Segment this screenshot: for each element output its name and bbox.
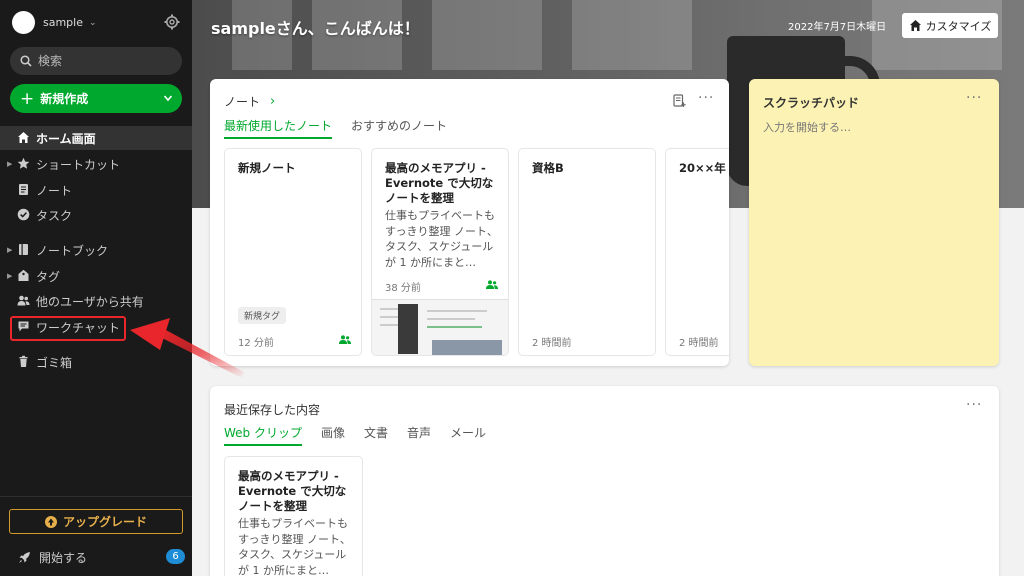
background-window bbox=[572, 0, 692, 70]
note-title: 資格B bbox=[532, 161, 564, 175]
notes-widget-title[interactable]: ノート › bbox=[224, 93, 275, 110]
people-icon bbox=[17, 295, 30, 306]
expand-triangle-icon[interactable]: ▶ bbox=[7, 160, 12, 168]
more-options-icon[interactable]: ··· bbox=[698, 90, 714, 106]
notes-tabs: 最新使用したノート おすすめのノート bbox=[224, 117, 466, 139]
get-started-label: 開始する bbox=[39, 551, 88, 565]
sidebar-item-tags[interactable]: ▶ タグ bbox=[0, 264, 192, 288]
trash-icon bbox=[19, 355, 28, 367]
upgrade-label: アップグレード bbox=[62, 515, 147, 529]
search-input[interactable] bbox=[38, 54, 168, 68]
sidebar-item-label: ゴミ箱 bbox=[36, 355, 73, 370]
shared-icon bbox=[486, 280, 498, 289]
current-date: 2022年7月7日木曜日 bbox=[788, 22, 887, 33]
tab-documents[interactable]: 文書 bbox=[364, 424, 388, 446]
sidebar-item-label: タスク bbox=[36, 208, 73, 223]
gear-icon[interactable] bbox=[164, 14, 180, 30]
note-card[interactable]: 資格B 2 時間前 bbox=[518, 148, 656, 356]
sidebar-item-notebooks[interactable]: ▶ ノートブック bbox=[0, 238, 192, 262]
greeting: sampleさん、こんばんは！ bbox=[211, 19, 420, 38]
avatar bbox=[12, 11, 35, 34]
search-icon bbox=[20, 55, 32, 67]
sidebar-item-label: タグ bbox=[36, 269, 61, 284]
note-time: 38 分前 bbox=[385, 283, 421, 294]
note-time: 2 時間前 bbox=[532, 338, 572, 349]
account-name: sample bbox=[43, 16, 83, 29]
more-options-icon[interactable]: ··· bbox=[966, 90, 982, 106]
chevron-down-icon[interactable] bbox=[163, 93, 173, 103]
new-button-label: 新規作成 bbox=[40, 92, 89, 106]
note-title: 最高のメモアプリ - Evernote で大切なノートを整理 bbox=[238, 469, 347, 513]
account-switcher[interactable]: sample ⌄ bbox=[12, 11, 97, 34]
sidebar-item-label: ノートブック bbox=[36, 243, 109, 258]
background-window bbox=[432, 0, 542, 70]
rocket-icon bbox=[19, 552, 30, 563]
expand-triangle-icon[interactable]: ▶ bbox=[7, 246, 12, 254]
more-options-icon[interactable]: ··· bbox=[966, 397, 982, 413]
recent-widget-title: 最近保存した内容 bbox=[224, 403, 321, 417]
highlight-box bbox=[10, 316, 126, 341]
note-snippet: 仕事もプライベートもすっきり整理 ノート、タスク、スケジュールが 1 か所にまと… bbox=[238, 517, 351, 576]
new-note-button[interactable]: + 新規作成 bbox=[10, 84, 182, 113]
search-bar[interactable] bbox=[10, 47, 182, 75]
note-snippet: 仕事もプライベートもすっきり整理 ノート、タスク、スケジュールが 1 か所にまと… bbox=[385, 209, 498, 269]
note-title: 新規ノート bbox=[238, 161, 296, 175]
sidebar-item-shared[interactable]: 他のユーザから共有 bbox=[0, 289, 192, 313]
expand-triangle-icon[interactable]: ▶ bbox=[7, 272, 12, 280]
customize-button[interactable]: カスタマイズ bbox=[902, 13, 998, 38]
chevron-down-icon: ⌄ bbox=[89, 17, 97, 28]
notes-widget: ノート › ··· 最新使用したノート おすすめのノート 新規ノート 新規タグ … bbox=[210, 79, 729, 366]
scratch-pad-title: スクラッチパッド bbox=[763, 96, 860, 110]
tab-recent-notes[interactable]: 最新使用したノート bbox=[224, 117, 333, 139]
tab-audio[interactable]: 音声 bbox=[407, 424, 431, 446]
customize-label: カスタマイズ bbox=[925, 19, 992, 33]
tab-web-clips[interactable]: Web クリップ bbox=[224, 424, 302, 446]
upgrade-button[interactable]: アップグレード bbox=[9, 509, 183, 534]
note-icon bbox=[19, 184, 28, 195]
scratch-pad-widget: スクラッチパッド ··· bbox=[749, 79, 999, 366]
note-card[interactable]: 最高のメモアプリ - Evernote で大切なノートを整理 仕事もプライベート… bbox=[371, 148, 509, 356]
recent-tabs: Web クリップ 画像 文書 音声 メール bbox=[224, 424, 505, 446]
sidebar-item-label: 他のユーザから共有 bbox=[36, 294, 144, 309]
sidebar-item-label: ショートカット bbox=[36, 157, 121, 172]
sidebar: sample ⌄ + 新規作成 ホーム画面 ▶ ショートカット ノート bbox=[0, 0, 192, 576]
star-icon bbox=[17, 157, 30, 169]
note-card[interactable]: 新規ノート 新規タグ 12 分前 bbox=[224, 148, 362, 356]
home-icon bbox=[18, 132, 29, 143]
notes-title-text: ノート bbox=[224, 95, 261, 109]
tag-icon bbox=[18, 269, 29, 281]
sidebar-item-tasks[interactable]: タスク bbox=[0, 203, 192, 227]
tab-images[interactable]: 画像 bbox=[321, 424, 345, 446]
chevron-right-icon[interactable]: › bbox=[270, 94, 275, 109]
home-edit-icon bbox=[909, 20, 921, 31]
note-time: 12 分前 bbox=[238, 338, 274, 349]
note-thumbnail bbox=[372, 299, 508, 355]
note-tag: 新規タグ bbox=[238, 307, 287, 324]
sidebar-item-trash[interactable]: ゴミ箱 bbox=[0, 350, 192, 374]
scratch-pad-input[interactable] bbox=[763, 121, 963, 134]
sidebar-item-notes[interactable]: ノート bbox=[0, 178, 192, 202]
get-started-item[interactable]: 開始する bbox=[18, 549, 87, 566]
note-card[interactable]: 20××年 2 時間前 bbox=[665, 148, 729, 356]
plus-icon: + bbox=[20, 88, 35, 109]
sidebar-item-home[interactable]: ホーム画面 bbox=[0, 126, 192, 150]
sidebar-divider bbox=[0, 496, 192, 497]
sidebar-item-shortcuts[interactable]: ▶ ショートカット bbox=[0, 152, 192, 176]
web-clip-card[interactable]: 最高のメモアプリ - Evernote で大切なノートを整理 仕事もプライベート… bbox=[224, 456, 363, 576]
note-title: 20××年 bbox=[679, 161, 726, 175]
note-title: 最高のメモアプリ - Evernote で大切なノートを整理 bbox=[385, 161, 494, 205]
sidebar-item-label: ノート bbox=[36, 183, 73, 198]
upgrade-icon bbox=[44, 515, 57, 528]
check-circle-icon bbox=[17, 208, 30, 221]
new-note-icon[interactable] bbox=[673, 94, 686, 108]
shared-icon bbox=[339, 335, 351, 344]
tab-suggested-notes[interactable]: おすすめのノート bbox=[351, 117, 447, 139]
notebook-icon bbox=[19, 244, 28, 255]
tab-email[interactable]: メール bbox=[450, 424, 486, 446]
sidebar-item-label: ホーム画面 bbox=[36, 131, 96, 146]
notification-badge: 6 bbox=[166, 549, 185, 564]
note-time: 2 時間前 bbox=[679, 338, 719, 349]
